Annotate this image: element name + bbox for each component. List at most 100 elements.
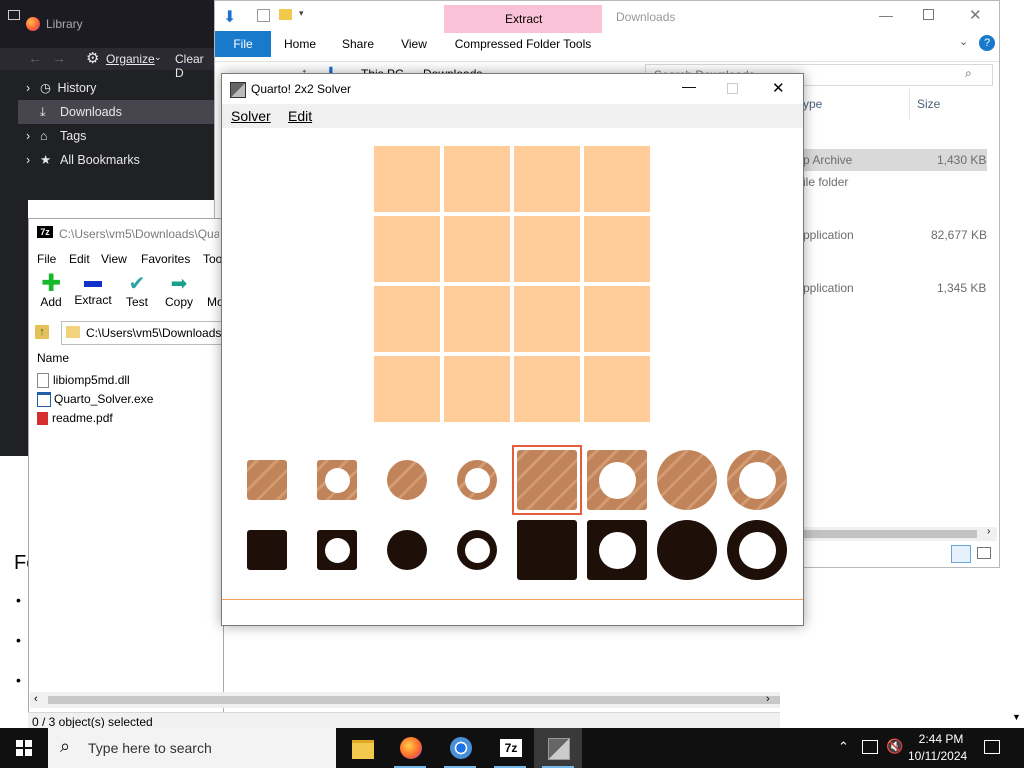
network-icon[interactable] <box>862 740 878 754</box>
chevron-up-icon[interactable]: ⌃ <box>838 739 849 755</box>
ribbon-collapse-icon[interactable]: ⌄ <box>959 35 968 48</box>
windows-start-icon[interactable] <box>16 740 32 756</box>
column-header-size[interactable]: Size <box>917 97 940 111</box>
sidebar-item-tags[interactable]: › ⌂ Tags <box>18 124 214 148</box>
test-button[interactable]: ✔ Test <box>115 273 159 309</box>
board-cell[interactable] <box>584 146 650 212</box>
board-cell[interactable] <box>374 356 440 422</box>
folder-up-icon[interactable]: ↑ <box>35 325 49 339</box>
dark-short-circle-solid-piece[interactable] <box>387 530 427 570</box>
taskbar-file-explorer[interactable] <box>338 728 386 768</box>
tab-share[interactable]: Share <box>335 31 381 57</box>
board-cell[interactable] <box>444 356 510 422</box>
quarto-board <box>374 146 654 426</box>
folder-icon <box>352 740 374 759</box>
list-item[interactable]: readme.pdf <box>37 409 113 428</box>
light-short-circle-hollow-piece[interactable] <box>457 460 497 500</box>
menu-favorites[interactable]: Favorites <box>141 252 190 266</box>
close-button[interactable]: ✕ <box>969 6 982 24</box>
taskbar-quarto[interactable] <box>534 728 582 768</box>
board-cell[interactable] <box>374 216 440 282</box>
clock-date[interactable]: 10/11/2024 <box>908 749 967 763</box>
taskbar-firefox[interactable] <box>386 728 434 768</box>
copy-button[interactable]: ➡ Copy <box>157 273 201 309</box>
light-short-square-hollow-piece[interactable] <box>317 460 357 500</box>
page-scroll-down-icon[interactable]: ▼ <box>1012 712 1021 722</box>
sidebar-item-downloads[interactable]: ⤓ Downloads <box>18 100 214 124</box>
notification-icon[interactable] <box>984 740 1000 754</box>
menu-tools[interactable]: Too <box>203 252 222 266</box>
board-cell[interactable] <box>514 286 580 352</box>
sevenzip-path-input[interactable]: C:\Users\vm5\Downloads <box>61 321 225 345</box>
library-sidebar: › ◷ History ⤓ Downloads › ⌂ Tags › ★ All Bookm… <box>0 76 214 200</box>
board-cell[interactable] <box>444 216 510 282</box>
list-item[interactable]: libiomp5md.dll <box>37 371 130 390</box>
board-cell[interactable] <box>584 216 650 282</box>
window-icon <box>8 10 20 20</box>
column-header-name[interactable]: Name <box>37 351 69 365</box>
menu-edit[interactable]: Edit <box>69 252 90 266</box>
organize-menu[interactable]: Organize <box>106 52 155 66</box>
add-button[interactable]: ✚ Add <box>29 272 73 310</box>
dark-tall-square-solid-piece[interactable] <box>517 520 577 580</box>
tab-view[interactable]: View <box>393 31 435 57</box>
board-cell[interactable] <box>374 146 440 212</box>
volume-muted-icon[interactable]: 🔇 <box>886 738 903 755</box>
board-cell[interactable] <box>444 146 510 212</box>
extract-button[interactable]: Extract <box>71 273 115 307</box>
taskbar-search[interactable]: ⌕ Type here to search <box>48 728 336 768</box>
dark-tall-circle-hollow-piece[interactable] <box>727 520 787 580</box>
list-item[interactable]: Quarto_Solver.exe <box>37 390 153 409</box>
page-scrollbar[interactable]: ‹ › <box>30 692 780 708</box>
board-cell[interactable] <box>444 286 510 352</box>
column-header-type[interactable]: ype <box>803 97 822 111</box>
tab-compressed-folder-tools[interactable]: Compressed Folder Tools <box>451 31 595 57</box>
details-view-icon[interactable] <box>951 545 971 563</box>
menu-view[interactable]: View <box>101 252 127 266</box>
large-icons-view-icon[interactable] <box>977 547 991 559</box>
forward-icon[interactable]: → <box>52 50 66 66</box>
light-tall-square-hollow-piece[interactable] <box>587 450 647 510</box>
minimize-button[interactable]: — <box>682 78 696 94</box>
scroll-right-icon[interactable]: › <box>766 693 770 705</box>
menu-solver[interactable]: Solver <box>231 108 271 124</box>
light-short-circle-solid-piece[interactable] <box>387 460 427 500</box>
page-scrollbar-thumb[interactable] <box>48 696 780 704</box>
board-cell[interactable] <box>514 216 580 282</box>
qat-dropdown-icon[interactable]: ▾ <box>299 8 304 19</box>
sidebar-item-all-bookmarks[interactable]: › ★ All Bookmarks <box>18 148 214 172</box>
dark-short-square-hollow-piece[interactable] <box>317 530 357 570</box>
scroll-right-icon[interactable]: › <box>987 526 990 537</box>
scrollbar-thumb[interactable] <box>801 530 977 538</box>
dark-short-square-solid-piece[interactable] <box>247 530 287 570</box>
tab-file[interactable]: File <box>215 31 271 57</box>
horizontal-scrollbar[interactable]: › <box>801 526 997 541</box>
tab-home[interactable]: Home <box>277 31 323 57</box>
dark-tall-circle-solid-piece[interactable] <box>657 520 717 580</box>
light-tall-circle-hollow-piece[interactable] <box>727 450 787 510</box>
minimize-button[interactable]: — <box>879 7 893 23</box>
taskbar-7zip[interactable]: 7z <box>486 728 534 768</box>
sidebar-item-history[interactable]: › ◷ History <box>18 76 214 100</box>
board-cell[interactable] <box>584 356 650 422</box>
clock-time[interactable]: 2:44 PM <box>918 732 964 746</box>
extract-tab-label[interactable]: Extract <box>505 12 542 26</box>
menu-file[interactable]: File <box>37 252 56 266</box>
maximize-button[interactable] <box>923 9 934 20</box>
board-cell[interactable] <box>374 286 440 352</box>
move-button[interactable]: Mo <box>197 273 223 309</box>
taskbar-chrome[interactable] <box>436 728 484 768</box>
scroll-left-icon[interactable]: ‹ <box>34 693 38 705</box>
board-cell[interactable] <box>584 286 650 352</box>
light-short-square-solid-piece[interactable] <box>247 460 287 500</box>
close-button[interactable]: ✕ <box>772 79 785 97</box>
board-cell[interactable] <box>514 356 580 422</box>
back-icon[interactable]: ← <box>28 50 42 66</box>
board-cell[interactable] <box>514 146 580 212</box>
menu-edit[interactable]: Edit <box>288 108 312 124</box>
dark-tall-square-hollow-piece[interactable] <box>587 520 647 580</box>
dark-short-circle-hollow-piece[interactable] <box>457 530 497 570</box>
help-icon[interactable]: ? <box>979 35 995 51</box>
chevron-right-icon: › <box>26 129 31 143</box>
light-tall-circle-solid-piece[interactable] <box>657 450 717 510</box>
